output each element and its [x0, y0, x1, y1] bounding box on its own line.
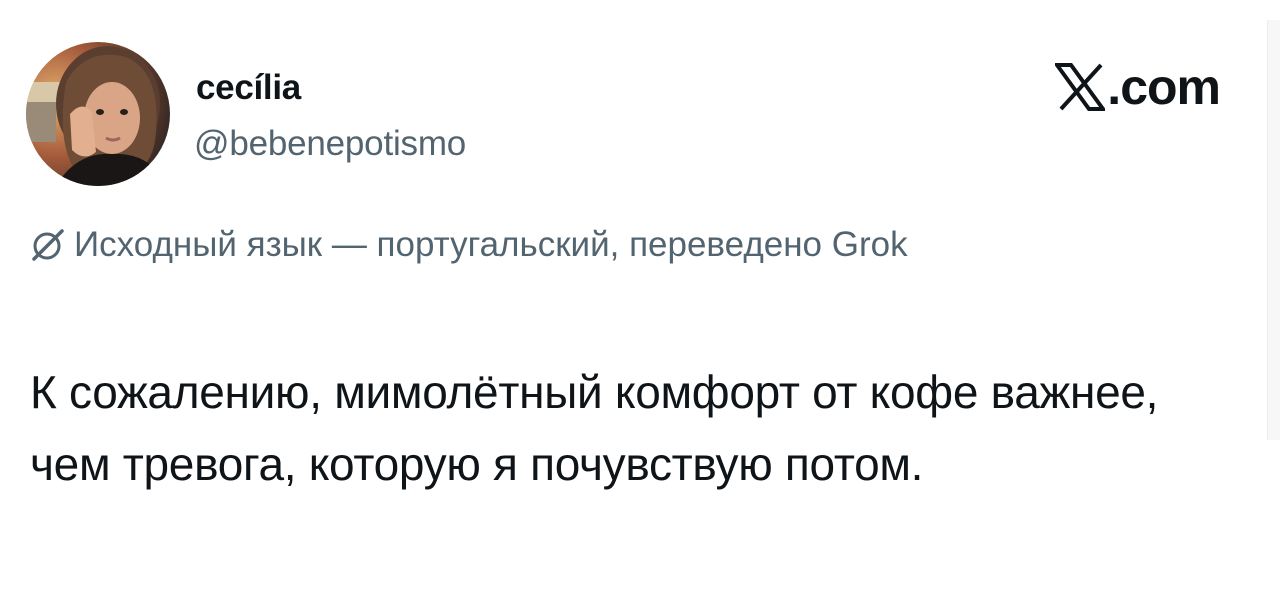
- x-logo-icon: [1055, 63, 1106, 111]
- tweet-text: К сожалению, мимолётный комфорт от кофе …: [30, 366, 1159, 490]
- brand-logo: .com: [1055, 58, 1221, 116]
- translation-notice[interactable]: Исходный язык — португальский, переведен…: [30, 225, 908, 265]
- tweet-card: cecília @bebenepotismo .com Исходный язы…: [0, 0, 1280, 591]
- scrollbar-track: [1267, 20, 1280, 440]
- profile-photo: [26, 42, 170, 186]
- brand-suffix: .com: [1107, 59, 1221, 115]
- translation-notice-text: Исходный язык — португальский, переведен…: [74, 225, 908, 264]
- grok-icon: [32, 229, 64, 261]
- display-name[interactable]: cecília: [196, 68, 301, 108]
- avatar[interactable]: [26, 42, 170, 186]
- user-handle[interactable]: @bebenepotismo: [194, 124, 466, 164]
